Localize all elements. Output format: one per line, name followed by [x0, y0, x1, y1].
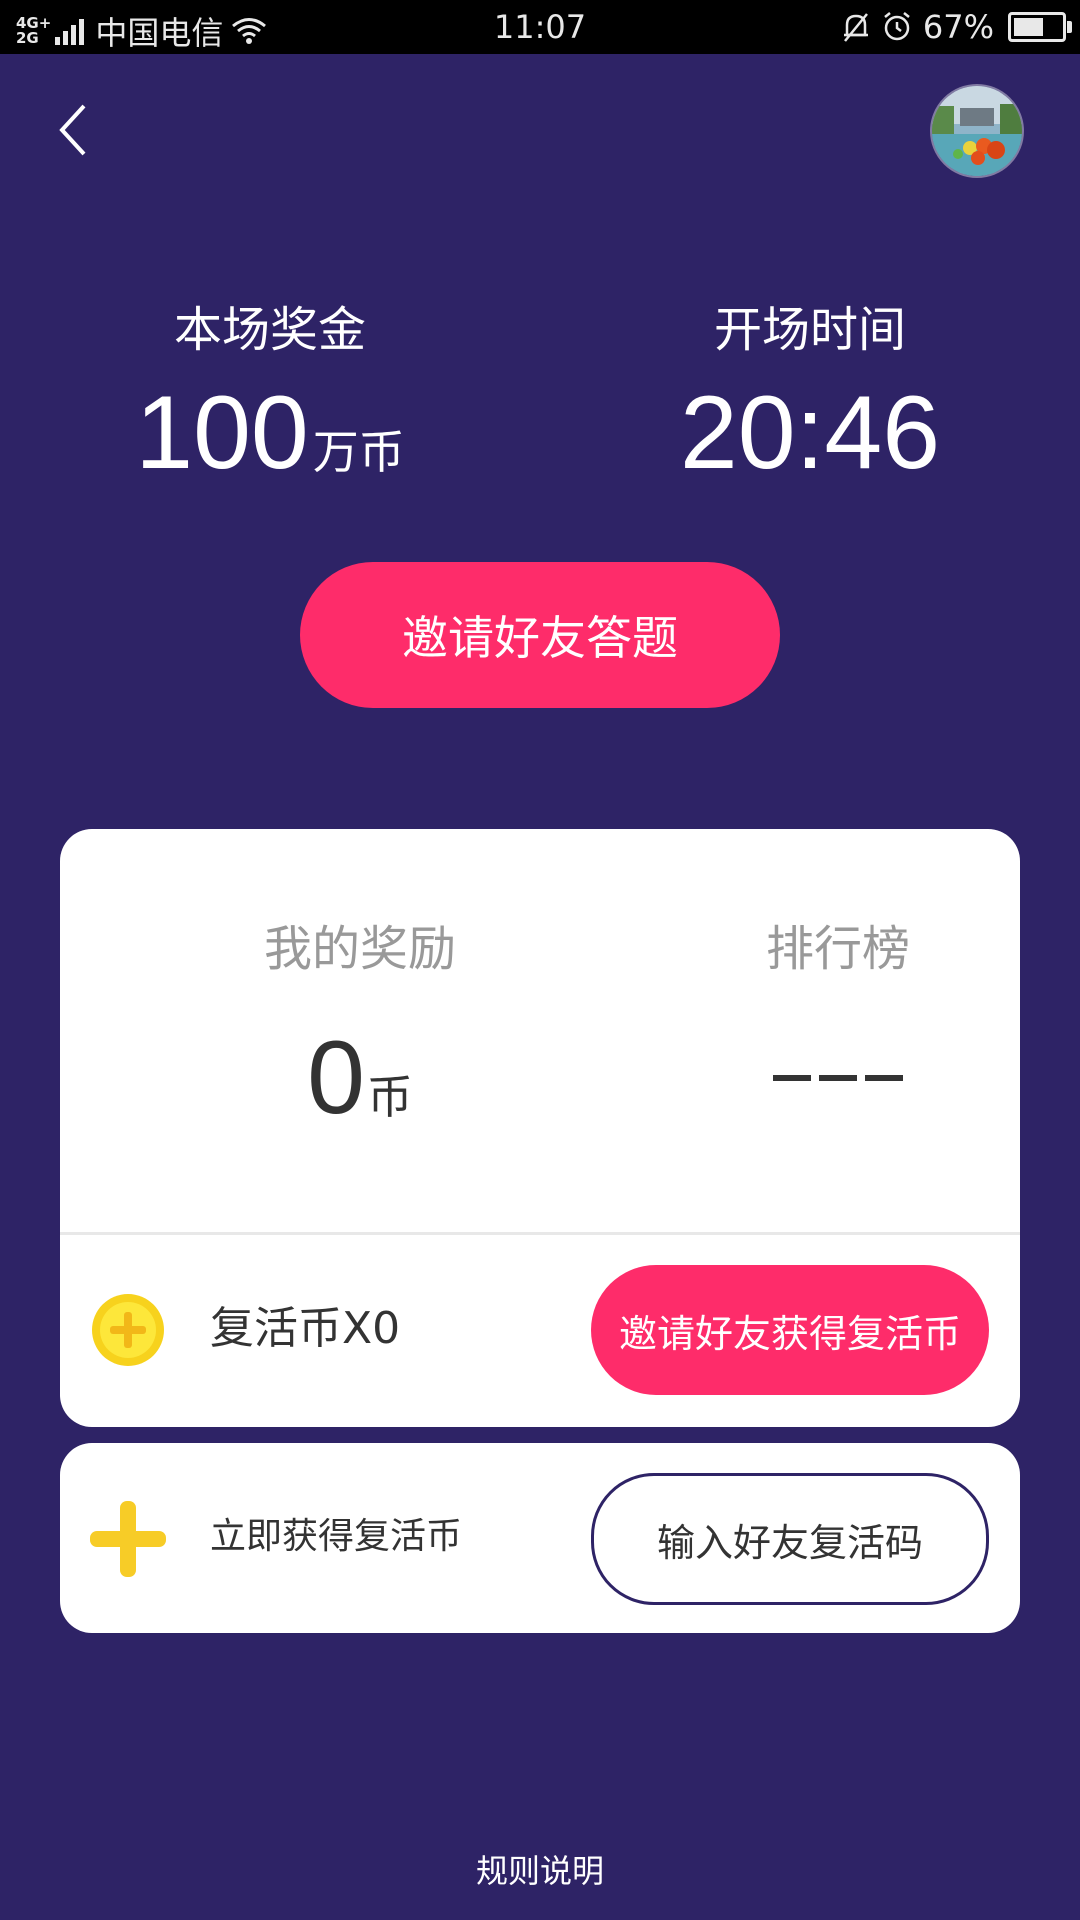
ranking-label: 排行榜: [765, 921, 910, 977]
prize-section: 本场奖金 100万币: [70, 300, 470, 507]
prize-unit: 万币: [312, 426, 405, 478]
avatar[interactable]: [930, 84, 1024, 178]
start-time-label: 开场时间: [713, 302, 906, 358]
battery-icon: [1008, 12, 1072, 42]
my-reward-amount: 0币: [160, 1023, 560, 1152]
rules-link[interactable]: 规则说明: [0, 1846, 1080, 1892]
start-time-section: 开场时间 20:46: [610, 300, 1010, 488]
coin-plus-icon: [92, 1294, 164, 1366]
ranking-section[interactable]: 排行榜: [638, 919, 1038, 1133]
my-reward-label: 我的奖励: [263, 921, 456, 977]
divider: [60, 1232, 1020, 1235]
ranking-value: [638, 1023, 1038, 1133]
alarm-icon: [884, 12, 910, 41]
my-reward-value: 0: [307, 1020, 365, 1136]
invite-friends-button[interactable]: 邀请好友答题: [300, 562, 780, 708]
revive-code-card: 立即获得复活币 输入好友复活码: [60, 1443, 1020, 1633]
my-reward-unit: 币: [366, 1071, 413, 1123]
enter-revive-code-button[interactable]: 输入好友复活码: [591, 1473, 989, 1605]
prize-value: 100: [135, 375, 309, 491]
revive-coin-count: 复活币X0: [210, 1303, 401, 1354]
status-bar-right: 67%: [841, 8, 1072, 46]
battery-percent: 67%: [922, 8, 994, 46]
prize-label: 本场奖金: [173, 302, 366, 358]
chevron-left-icon: [59, 104, 86, 156]
reward-card: 我的奖励 0币 排行榜 复活币X0 邀请好友获得复活币: [60, 829, 1020, 1427]
get-revive-text: 立即获得复活币: [210, 1516, 463, 1557]
status-bar: 4G+ 2G 中国电信 11:07 67%: [0, 0, 1080, 54]
my-reward-section: 我的奖励 0币: [160, 919, 560, 1152]
avatar-image: [932, 86, 1022, 176]
start-time-value: 20:46: [679, 375, 941, 491]
app-screen: 4G+ 2G 中国电信 11:07 67% 本场奖金 100万币 开场时间 20…: [0, 0, 1080, 1920]
prize-amount: 100万币: [70, 378, 470, 507]
invite-for-revive-button[interactable]: 邀请好友获得复活币: [591, 1265, 989, 1395]
plus-icon: [90, 1501, 166, 1577]
back-button[interactable]: [50, 100, 100, 160]
bell-muted-icon: [843, 13, 868, 42]
